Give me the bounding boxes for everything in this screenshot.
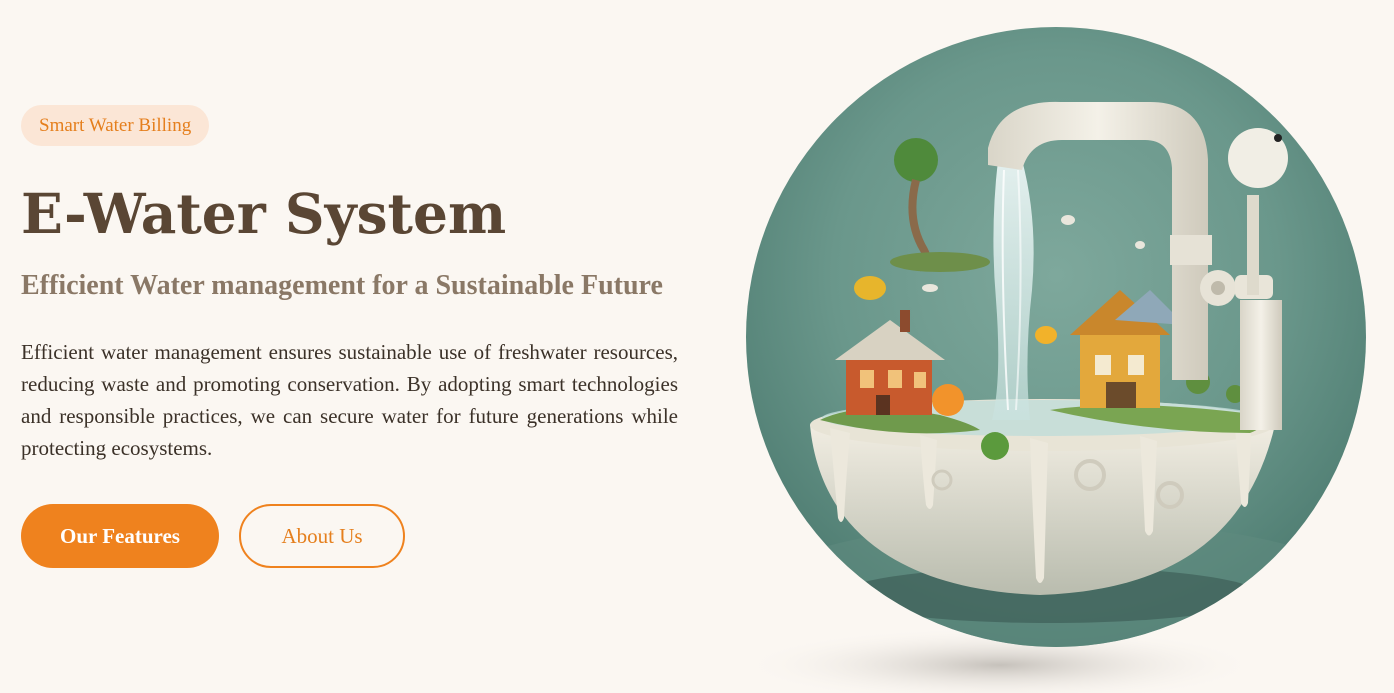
page-subtitle: Efficient Water management for a Sustain…	[21, 270, 663, 301]
hero-description: Efficient water management ensures susta…	[21, 340, 678, 460]
hero-illustration	[740, 27, 1366, 693]
our-features-button[interactable]: Our Features	[21, 504, 219, 568]
water-stream	[992, 160, 1034, 420]
about-us-button[interactable]: About Us	[239, 504, 405, 568]
hero-badge: Smart Water Billing	[21, 105, 210, 146]
hero-section: Smart Water Billing E-Water System Effic…	[0, 0, 1394, 693]
page-title: E-Water System	[21, 181, 507, 246]
